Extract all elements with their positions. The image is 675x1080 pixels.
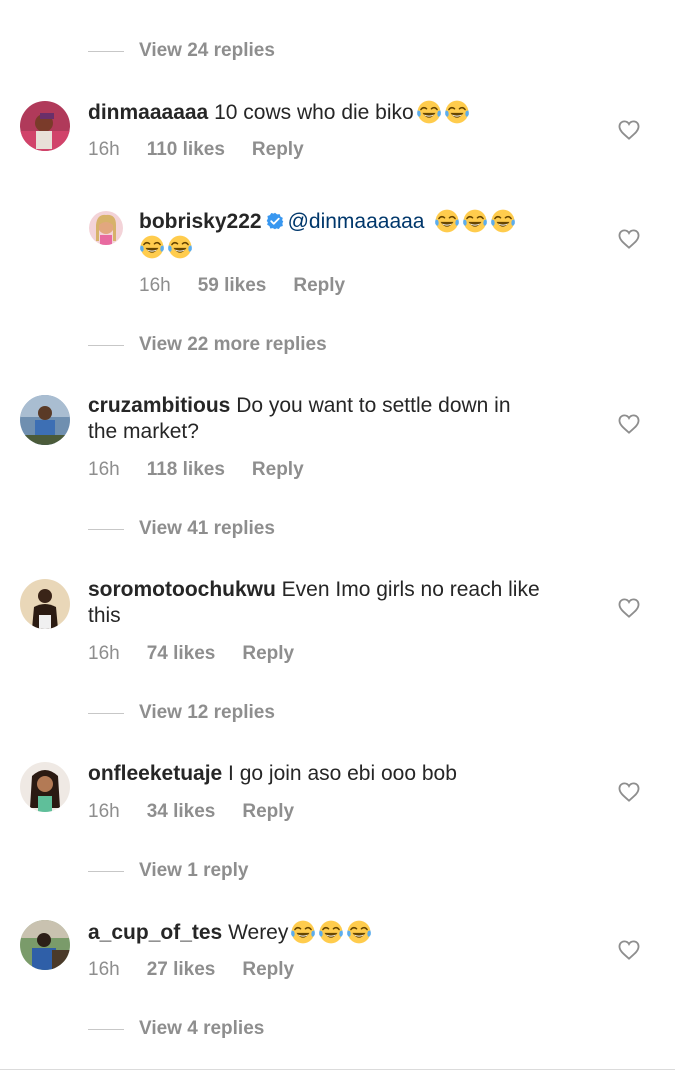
face-with-tears-of-joy-icon	[318, 919, 344, 945]
comment-text: a_cup_of_tes Werey	[88, 919, 372, 946]
reply-button[interactable]: Reply	[242, 643, 294, 664]
view-replies-button[interactable]: View 12 replies	[88, 701, 275, 725]
face-with-tears-of-joy-icon	[434, 208, 460, 234]
view-replies-button[interactable]: View 22 more replies	[88, 333, 327, 357]
view-replies-button[interactable]: View 4 replies	[88, 1017, 264, 1041]
verified-badge-icon	[266, 212, 284, 230]
view-replies-label: View 12 replies	[139, 702, 275, 723]
reply-time: 16h	[139, 275, 171, 296]
comment-body: I go join aso ebi ooo bob	[222, 762, 457, 785]
comment-text: soromotoochukwu Even Imo girls no reach …	[88, 577, 598, 629]
avatar[interactable]	[20, 395, 70, 445]
comment-username[interactable]: soromotoochukwu	[88, 578, 276, 601]
heart-outline-icon[interactable]	[618, 598, 640, 618]
heart-outline-icon[interactable]	[618, 229, 640, 249]
comment-username[interactable]: onfleeketuaje	[88, 762, 222, 785]
face-with-tears-of-joy-icon	[139, 234, 165, 260]
view-replies-label: View 1 reply	[139, 860, 249, 881]
divider-line	[88, 870, 124, 872]
heart-outline-icon[interactable]	[618, 782, 640, 802]
face-with-tears-of-joy-icon	[416, 99, 442, 125]
comment-body: Even Imo girls no reach like	[275, 578, 540, 601]
reply-button[interactable]: Reply	[252, 139, 304, 160]
view-replies-label: View 22 more replies	[139, 334, 327, 355]
heart-outline-icon[interactable]	[618, 120, 640, 140]
avatar[interactable]	[20, 101, 70, 151]
mention-link[interactable]: @dinmaaaaaa	[288, 210, 425, 233]
comment-text: dinmaaaaaa 10 cows who die biko	[88, 99, 470, 126]
view-replies-label: View 41 replies	[139, 518, 275, 539]
comment-body: Do you want to settle down in	[230, 394, 511, 417]
likes-count[interactable]: 59 likes	[198, 275, 267, 296]
comment-time: 16h	[88, 643, 120, 664]
heart-outline-icon[interactable]	[618, 414, 640, 434]
face-with-tears-of-joy-icon	[290, 919, 316, 945]
face-with-tears-of-joy-icon	[490, 208, 516, 234]
likes-count[interactable]: 110 likes	[147, 139, 225, 160]
likes-count[interactable]: 74 likes	[147, 643, 216, 664]
comment-time: 16h	[88, 959, 120, 980]
comment-meta: 16h 74 likes Reply	[88, 643, 321, 665]
divider-line	[88, 528, 124, 530]
divider-line	[88, 1028, 124, 1030]
comment-meta: 16h 118 likes Reply	[88, 459, 331, 481]
likes-count[interactable]: 34 likes	[147, 801, 216, 822]
avatar[interactable]	[20, 579, 70, 629]
divider-line	[88, 344, 124, 346]
comment-text: onfleeketuaje I go join aso ebi ooo bob	[88, 761, 457, 787]
view-replies-button[interactable]: View 41 replies	[88, 517, 275, 541]
comment-time: 16h	[88, 459, 120, 480]
face-with-tears-of-joy-icon	[444, 99, 470, 125]
view-replies-button[interactable]: View 1 reply	[88, 859, 249, 883]
face-with-tears-of-joy-icon	[462, 208, 488, 234]
comment-username[interactable]: cruzambitious	[88, 394, 230, 417]
face-with-tears-of-joy-icon	[167, 234, 193, 260]
reply-username[interactable]: bobrisky222	[139, 210, 262, 233]
bottom-divider	[0, 1069, 675, 1070]
likes-count[interactable]: 27 likes	[147, 959, 216, 980]
avatar[interactable]	[89, 211, 123, 245]
comment-body: 10 cows who die biko	[208, 101, 414, 124]
comment-text: cruzambitious Do you want to settle down…	[88, 393, 588, 445]
comment-time: 16h	[88, 139, 120, 160]
reply-text-line2	[139, 234, 193, 260]
comment-time: 16h	[88, 801, 120, 822]
view-replies-label: View 4 replies	[139, 1018, 265, 1039]
comment-meta: 16h 27 likes Reply	[88, 959, 321, 981]
view-replies-label: View 24 replies	[139, 40, 275, 61]
reply-button[interactable]: Reply	[293, 275, 345, 296]
divider-line	[88, 50, 124, 52]
avatar[interactable]	[20, 920, 70, 970]
reply-text: bobrisky222 @dinmaaaaaa	[139, 208, 569, 235]
avatar[interactable]	[20, 762, 70, 812]
comment-username[interactable]: a_cup_of_tes	[88, 921, 222, 944]
reply-meta: 16h 59 likes Reply	[139, 275, 372, 297]
comment-meta: 16h 34 likes Reply	[88, 801, 321, 823]
heart-outline-icon[interactable]	[618, 940, 640, 960]
comment-body-line2: the market?	[88, 420, 199, 443]
reply-button[interactable]: Reply	[242, 959, 294, 980]
comment-body-line2: this	[88, 604, 121, 627]
divider-line	[88, 712, 124, 714]
comment-username[interactable]: dinmaaaaaa	[88, 101, 208, 124]
face-with-tears-of-joy-icon	[346, 919, 372, 945]
comment-meta: 16h 110 likes Reply	[88, 139, 331, 161]
view-replies-button[interactable]: View 24 replies	[88, 39, 275, 63]
reply-button[interactable]: Reply	[252, 459, 304, 480]
reply-button[interactable]: Reply	[242, 801, 294, 822]
partial-text-remnant	[270, 0, 320, 2]
likes-count[interactable]: 118 likes	[147, 459, 225, 480]
comment-body: Werey	[222, 921, 289, 944]
